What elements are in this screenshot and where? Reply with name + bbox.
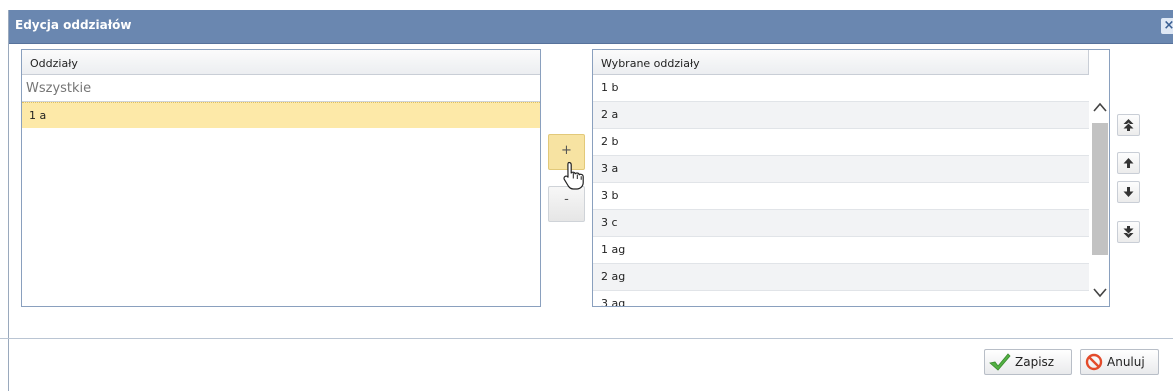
cancel-button[interactable]: Anuluj: [1080, 349, 1159, 375]
hand-cursor-icon: [563, 161, 584, 190]
scroll-thumb[interactable]: [1092, 123, 1108, 255]
table-row[interactable]: 1 ag: [593, 237, 1089, 264]
prohibited-icon: [1085, 353, 1103, 371]
save-button[interactable]: Zapisz: [984, 349, 1072, 375]
table-row[interactable]: 3 a: [593, 156, 1089, 183]
table-row[interactable]: 2 ag: [593, 264, 1089, 291]
table-row[interactable]: 1 b: [593, 75, 1089, 102]
cancel-button-label: Anuluj: [1107, 355, 1145, 369]
scroll-down-icon[interactable]: [1093, 285, 1107, 299]
close-button[interactable]: ×: [1161, 18, 1173, 34]
remove-class-button[interactable]: -: [548, 186, 585, 222]
double-up-arrow-icon: [1123, 119, 1134, 131]
table-row[interactable]: 3 ag: [593, 291, 1089, 306]
selected-classes-list: Wybrane oddziały 1 b 2 a 2 b 3 a 3 b 3 c…: [592, 49, 1110, 307]
table-row[interactable]: 3 b: [593, 183, 1089, 210]
footer-divider: [0, 338, 1173, 339]
table-row[interactable]: 3 c: [593, 210, 1089, 237]
add-button-label: +: [561, 143, 572, 158]
close-icon: ×: [1163, 18, 1173, 33]
scroll-up-icon[interactable]: [1093, 101, 1107, 115]
dialog-titlebar: Edycja oddziałów ×: [9, 10, 1173, 44]
dialog-title: Edycja oddziałów: [15, 18, 132, 32]
double-down-arrow-icon: [1123, 226, 1134, 238]
check-icon: [989, 353, 1011, 371]
available-classes-list: Oddziały 1 a: [21, 49, 541, 307]
selected-list-scrollbar[interactable]: [1090, 95, 1109, 306]
down-arrow-icon: [1123, 187, 1134, 197]
move-to-top-button[interactable]: [1117, 114, 1140, 136]
selected-classes-rows: 1 b 2 a 2 b 3 a 3 b 3 c 1 ag 2 ag 3 ag: [593, 75, 1089, 306]
remove-button-label: -: [564, 192, 569, 207]
scroll-track[interactable]: [1092, 119, 1108, 279]
save-button-label: Zapisz: [1015, 355, 1055, 369]
move-up-button[interactable]: [1117, 152, 1140, 174]
classes-filter-input[interactable]: [22, 75, 540, 102]
list-item[interactable]: 1 a: [22, 102, 540, 128]
up-arrow-icon: [1123, 158, 1134, 168]
move-to-bottom-button[interactable]: [1117, 221, 1140, 243]
available-classes-header: Oddziały: [22, 50, 540, 75]
selected-classes-header: Wybrane oddziały: [593, 50, 1089, 75]
table-row[interactable]: 2 a: [593, 102, 1089, 129]
table-row[interactable]: 2 b: [593, 129, 1089, 156]
move-down-button[interactable]: [1117, 181, 1140, 203]
